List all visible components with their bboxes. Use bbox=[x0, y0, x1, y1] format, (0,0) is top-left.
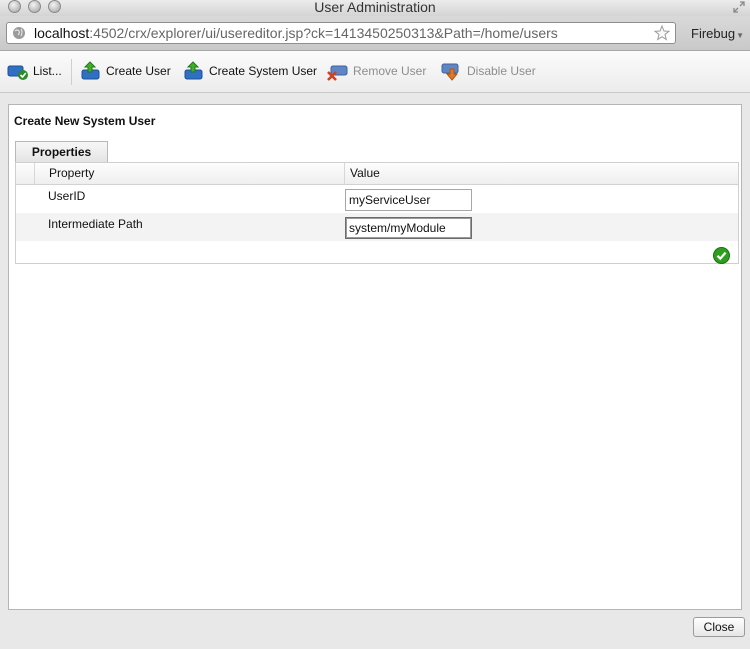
star-icon[interactable] bbox=[653, 24, 671, 42]
create-user-button[interactable]: Create User bbox=[80, 60, 171, 82]
property-name: Intermediate Path bbox=[48, 217, 143, 231]
user-list-icon bbox=[7, 65, 28, 80]
user-remove-icon bbox=[327, 65, 348, 81]
navigation-bar: localhost:4502/crx/explorer/ui/useredito… bbox=[0, 16, 750, 51]
intermediate-path-field[interactable] bbox=[345, 217, 472, 239]
create-system-user-button[interactable]: Create System User bbox=[183, 60, 317, 82]
list-label: List... bbox=[33, 64, 62, 78]
userid-field[interactable] bbox=[345, 189, 472, 211]
grid-gutter bbox=[16, 163, 35, 184]
fullscreen-icon[interactable] bbox=[732, 0, 746, 14]
remove-user-label: Remove User bbox=[353, 64, 427, 78]
user-add-icon bbox=[184, 61, 203, 80]
table-row: UserID bbox=[16, 185, 738, 213]
panel-title: Create New System User bbox=[14, 114, 156, 128]
create-user-label: Create User bbox=[106, 64, 171, 78]
firebug-label: Firebug bbox=[691, 26, 736, 41]
check-icon[interactable] bbox=[713, 247, 730, 264]
toolbar-divider bbox=[71, 59, 72, 85]
column-header-value[interactable]: Value bbox=[346, 163, 380, 184]
user-disable-icon bbox=[441, 63, 459, 81]
close-button[interactable]: Close bbox=[693, 617, 745, 637]
grid-header: Property Value bbox=[16, 163, 738, 185]
user-add-icon bbox=[81, 61, 100, 80]
chevron-down-icon: ▼ bbox=[736, 31, 744, 40]
tab-properties[interactable]: Properties bbox=[15, 141, 108, 163]
create-system-user-panel: Create New System User Properties Proper… bbox=[8, 104, 742, 610]
window-title: User Administration bbox=[314, 0, 436, 15]
url-field[interactable]: localhost:4502/crx/explorer/ui/useredito… bbox=[6, 22, 676, 44]
disable-user-button[interactable]: Disable User bbox=[441, 60, 536, 82]
column-header-property[interactable]: Property bbox=[35, 163, 345, 184]
table-row: Intermediate Path bbox=[16, 213, 738, 241]
url-host: localhost bbox=[34, 25, 90, 41]
remove-user-button[interactable]: Remove User bbox=[327, 60, 426, 82]
list-button[interactable]: List... bbox=[7, 60, 62, 82]
url-text: localhost:4502/crx/explorer/ui/useredito… bbox=[34, 25, 558, 41]
globe-icon bbox=[13, 27, 25, 39]
firebug-menu[interactable]: Firebug▼ bbox=[691, 26, 744, 41]
create-system-user-label: Create System User bbox=[209, 64, 318, 78]
title-bar: User Administration bbox=[0, 0, 750, 16]
toolbar: List... Create User Create System User R… bbox=[0, 51, 750, 93]
url-path: :4502/crx/explorer/ui/usereditor.jsp?ck=… bbox=[89, 25, 558, 41]
property-name: UserID bbox=[48, 189, 86, 203]
disable-user-label: Disable User bbox=[467, 64, 536, 78]
properties-grid: Property Value UserID Intermediate Path bbox=[15, 162, 739, 264]
